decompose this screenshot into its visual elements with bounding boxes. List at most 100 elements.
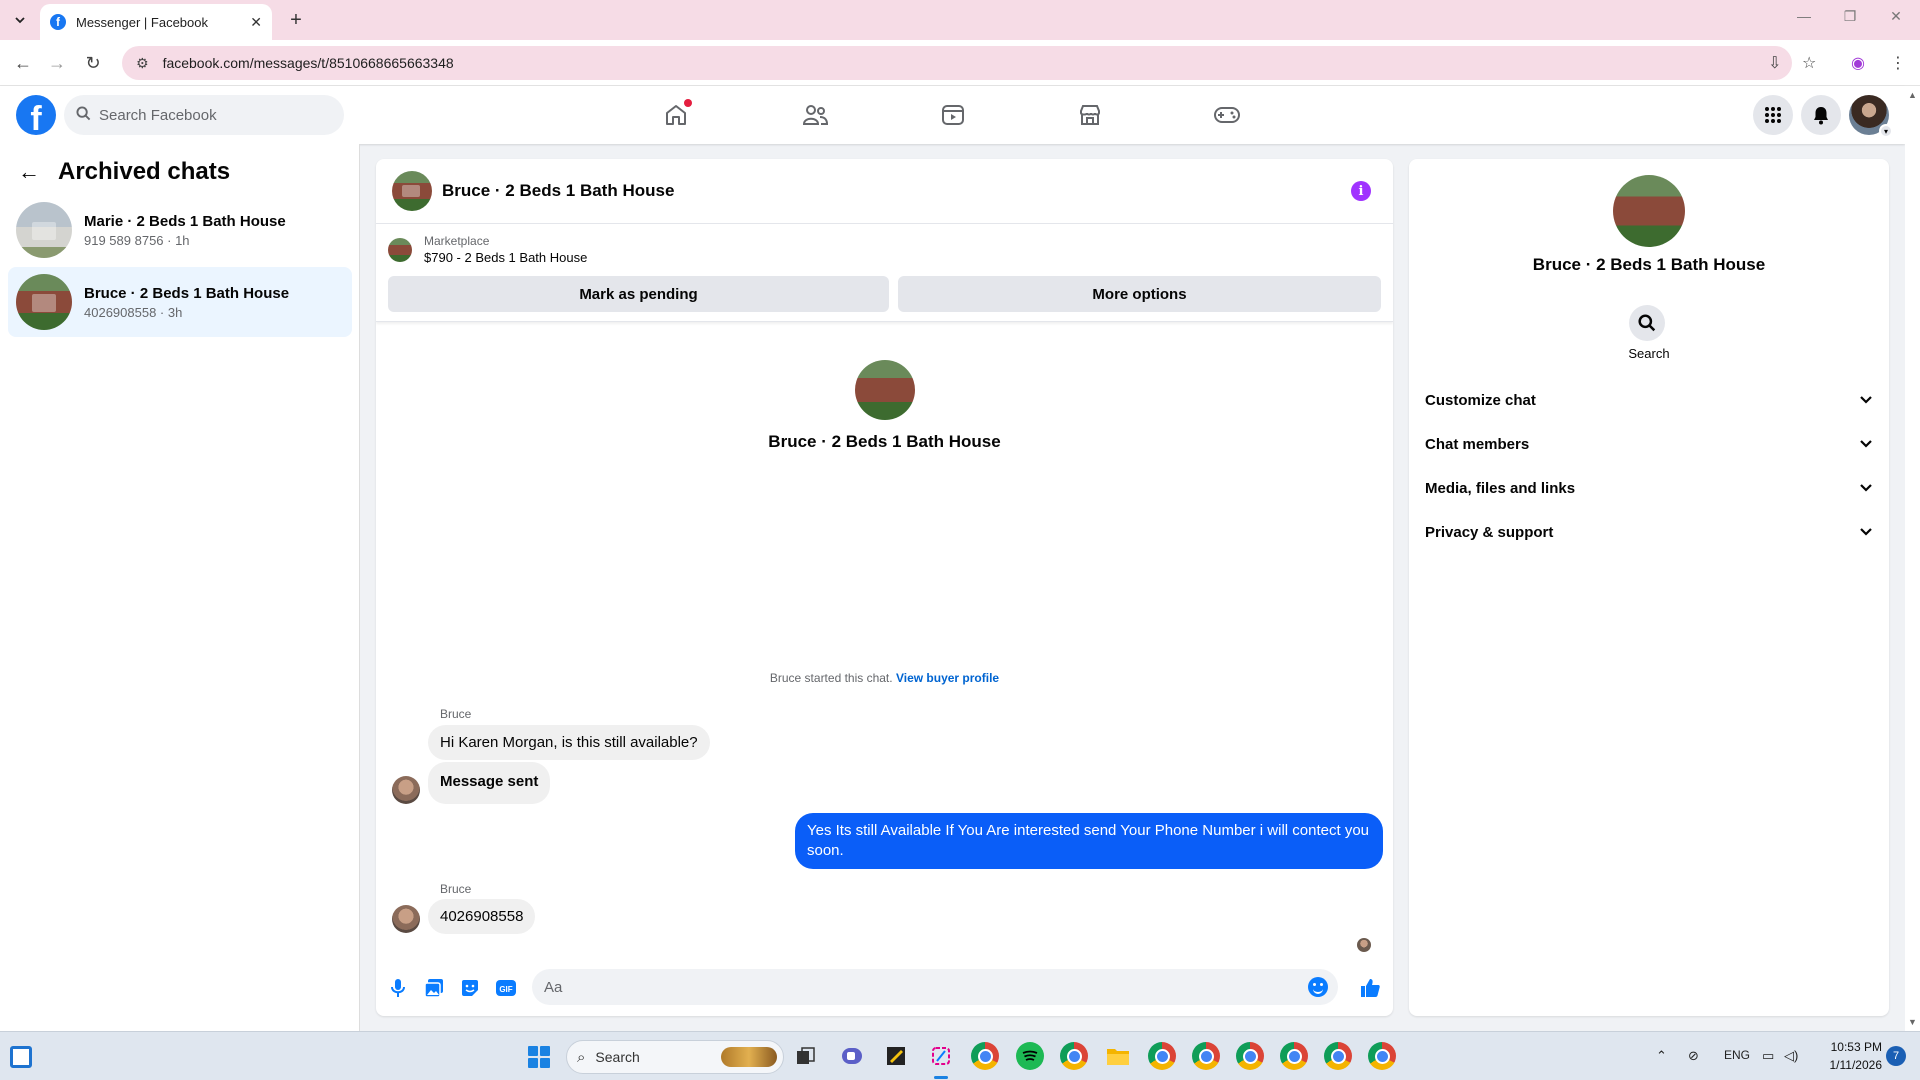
message-input-wrapper[interactable]: [532, 969, 1338, 1005]
install-app-icon[interactable]: ⇩: [1768, 53, 1781, 73]
archived-chats-header: ← Archived chats: [18, 158, 230, 186]
mark-as-pending-button[interactable]: Mark as pending: [388, 276, 889, 312]
chrome-profile-icon[interactable]: [1192, 1042, 1220, 1070]
info-icon[interactable]: i: [1351, 181, 1371, 201]
file-explorer-icon[interactable]: [1104, 1042, 1132, 1070]
microphone-icon[interactable]: [386, 976, 410, 1000]
notifications-bell-icon[interactable]: [1801, 95, 1841, 135]
bookmark-star-icon[interactable]: ☆: [1802, 53, 1816, 73]
outgoing-message[interactable]: Yes Its still Available If You Are inter…: [795, 813, 1383, 869]
minimize-window-icon[interactable]: —: [1784, 8, 1824, 24]
url-omnibox[interactable]: ⚙ facebook.com/messages/t/85106686656633…: [122, 46, 1792, 80]
teams-meet-icon[interactable]: [838, 1042, 866, 1070]
back-arrow-icon[interactable]: ←: [18, 159, 40, 185]
section-label: Privacy & support: [1425, 523, 1554, 541]
volume-icon[interactable]: ◁): [1784, 1048, 1798, 1064]
section-label: Customize chat: [1425, 391, 1536, 409]
sender-avatar[interactable]: [392, 776, 420, 804]
page-scrollbar[interactable]: ▲ ▼: [1905, 86, 1920, 1031]
incoming-message[interactable]: 4026908558: [428, 899, 536, 934]
view-buyer-profile-link[interactable]: View buyer profile: [896, 671, 999, 685]
site-settings-icon[interactable]: ⚙: [136, 55, 149, 72]
sender-avatar[interactable]: [392, 905, 420, 933]
message-input[interactable]: [544, 978, 1284, 996]
listing-avatar: [16, 274, 72, 330]
forward-arrow-icon[interactable]: →: [44, 50, 70, 76]
section-label: Media, files and links: [1425, 479, 1576, 497]
chrome-profile-icon[interactable]: [1324, 1042, 1352, 1070]
chrome-profile-icon[interactable]: [1368, 1042, 1396, 1070]
scroll-down-icon[interactable]: ▼: [1908, 1017, 1917, 1027]
chat-members-section[interactable]: Chat members: [1425, 424, 1873, 464]
close-window-icon[interactable]: ✕: [1876, 8, 1916, 25]
notification-count-badge[interactable]: 7: [1886, 1046, 1906, 1066]
thumbs-up-icon[interactable]: [1358, 976, 1382, 1000]
widgets-icon[interactable]: [10, 1046, 32, 1068]
chrome-profile-icon[interactable]: [1148, 1042, 1176, 1070]
video-icon[interactable]: [935, 97, 971, 133]
display-icon[interactable]: ▭: [1762, 1048, 1774, 1064]
search-icon[interactable]: [1629, 305, 1665, 341]
chevron-down-icon: ▾: [1879, 124, 1893, 138]
taskbar-search[interactable]: ⌕ Search: [566, 1040, 784, 1074]
conversation-avatar[interactable]: [392, 171, 432, 211]
chat-item-bruce[interactable]: Bruce · 2 Beds 1 Bath House 4026908558 ·…: [8, 267, 352, 337]
details-avatar[interactable]: [1613, 175, 1685, 247]
back-arrow-icon[interactable]: ←: [10, 50, 36, 76]
facebook-logo-icon[interactable]: f: [16, 95, 56, 135]
profile-icon[interactable]: ◉: [1851, 53, 1865, 73]
windows-start-icon[interactable]: [528, 1046, 550, 1068]
browser-menu-icon[interactable]: ⋮: [1890, 53, 1906, 73]
browser-tab-messenger[interactable]: f Messenger | Facebook ✕: [40, 4, 272, 40]
chrome-profile-icon[interactable]: [1236, 1042, 1264, 1070]
chevron-down-icon: [1860, 440, 1872, 448]
friends-icon[interactable]: [797, 97, 833, 133]
spotify-icon[interactable]: [1016, 1042, 1044, 1070]
tab-list-chevron-icon[interactable]: [8, 8, 32, 32]
chat-item-marie[interactable]: Marie · 2 Beds 1 Bath House 919 589 8756…: [8, 195, 352, 265]
sticker-icon[interactable]: [458, 976, 482, 1000]
incoming-message[interactable]: Message sent: [428, 762, 551, 804]
tray-overflow-chevron-icon[interactable]: ⌃: [1656, 1048, 1667, 1064]
facebook-favicon-icon: f: [50, 14, 66, 30]
emoji-icon[interactable]: [1308, 977, 1328, 997]
started-text: Bruce started this chat.: [769, 671, 893, 685]
message-composer: GIF: [376, 958, 1393, 1016]
language-indicator[interactable]: ENG: [1724, 1048, 1750, 1062]
system-clock[interactable]: 10:53 PM 1/11/2026: [1820, 1038, 1883, 1074]
close-tab-icon[interactable]: ✕: [250, 14, 262, 31]
active-app-indicator: [934, 1076, 948, 1079]
new-tab-icon[interactable]: +: [284, 8, 308, 32]
more-options-button[interactable]: More options: [898, 276, 1381, 312]
snipping-tool-icon[interactable]: [927, 1042, 955, 1070]
marketplace-listing-info[interactable]: Marketplace $790 - 2 Beds 1 Bath House: [388, 234, 587, 265]
conversation-title[interactable]: Bruce · 2 Beds 1 Bath House: [442, 181, 674, 201]
marketplace-icon[interactable]: [1072, 97, 1108, 133]
scroll-up-icon[interactable]: ▲: [1908, 90, 1917, 100]
network-offline-icon[interactable]: ⊘: [1688, 1048, 1699, 1064]
gaming-icon[interactable]: [1209, 97, 1245, 133]
restore-window-icon[interactable]: ❐: [1830, 8, 1870, 25]
task-view-icon[interactable]: [792, 1042, 820, 1070]
conversation-intro: Bruce · 2 Beds 1 Bath House: [376, 360, 1393, 452]
customize-chat-section[interactable]: Customize chat: [1425, 380, 1873, 420]
chrome-profile-icon[interactable]: [1280, 1042, 1308, 1070]
facebook-search[interactable]: [64, 95, 344, 135]
chat-name: Marie · 2 Beds 1 Bath House: [84, 212, 286, 230]
facebook-search-input[interactable]: [99, 106, 319, 124]
gif-icon[interactable]: GIF: [494, 976, 518, 1000]
chrome-profile-icon[interactable]: [1060, 1042, 1088, 1070]
privacy-support-section[interactable]: Privacy & support: [1425, 512, 1873, 552]
chrome-icon[interactable]: [971, 1042, 999, 1070]
conversation-panel: Bruce · 2 Beds 1 Bath House i Marketplac…: [376, 159, 1393, 1016]
reload-icon[interactable]: ↻: [80, 50, 106, 76]
home-icon[interactable]: [658, 97, 694, 133]
clock-time: 10:53 PM: [1830, 1040, 1882, 1054]
media-files-links-section[interactable]: Media, files and links: [1425, 468, 1873, 508]
account-avatar[interactable]: ▾: [1849, 95, 1893, 138]
sticky-notes-icon[interactable]: [882, 1042, 910, 1070]
menu-grid-icon[interactable]: [1753, 95, 1793, 135]
photo-icon[interactable]: [422, 976, 446, 1000]
incoming-message[interactable]: Hi Karen Morgan, is this still available…: [428, 725, 710, 760]
archived-chats-panel: ← Archived chats Marie · 2 Beds 1 Bath H…: [0, 144, 360, 1031]
